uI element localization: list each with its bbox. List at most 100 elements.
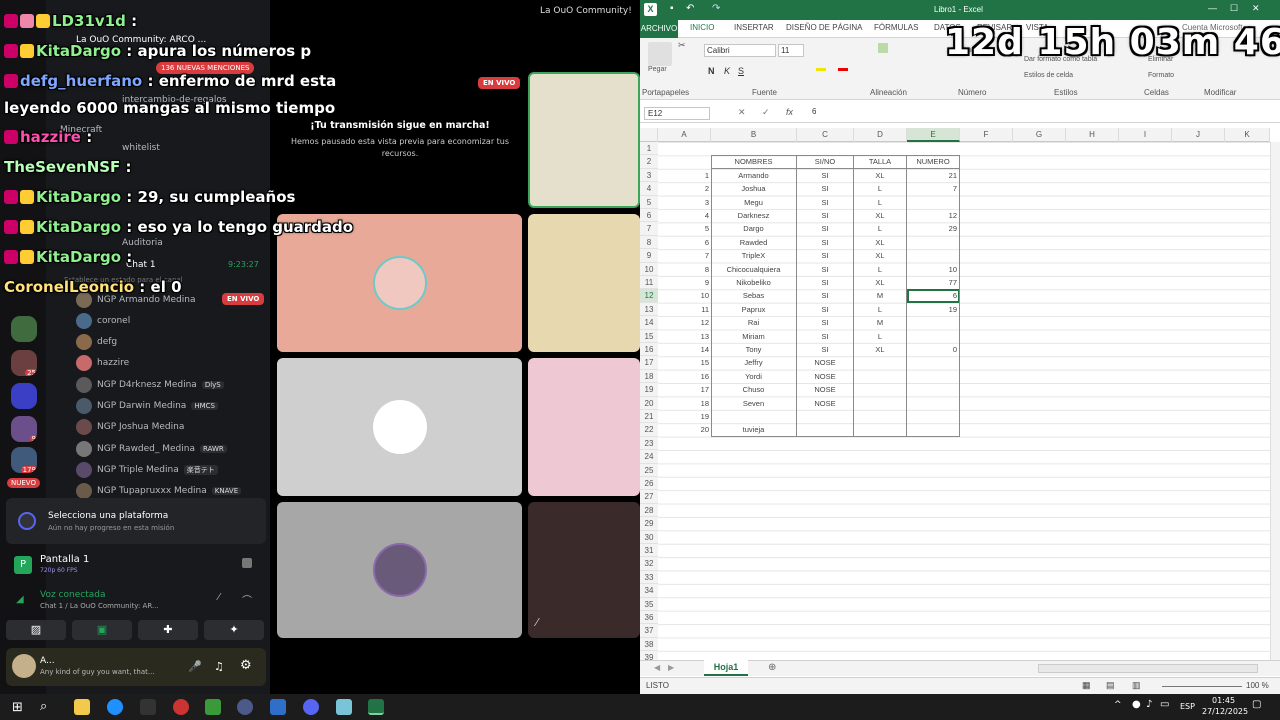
row-header[interactable]: 17	[640, 356, 658, 370]
table-cell[interactable]: 13	[658, 330, 711, 343]
app-icon[interactable]	[173, 699, 189, 715]
row-header[interactable]: 23	[640, 436, 658, 451]
row-header[interactable]: 24	[640, 450, 658, 464]
row-header[interactable]: 26	[640, 477, 658, 491]
excel-taskbar-icon[interactable]	[368, 699, 384, 715]
server-icon[interactable]	[11, 316, 37, 342]
user-card[interactable]: A... Any kind of guy you want, that... 🎤…	[6, 648, 266, 686]
server-icon[interactable]: 25	[11, 350, 37, 376]
function-icon[interactable]: fx	[786, 107, 793, 117]
table-cell[interactable]: 15	[658, 356, 711, 369]
table-cell[interactable]: 16	[658, 370, 711, 383]
settings-gear-icon[interactable]: ⚙	[240, 658, 252, 673]
tab-diseno[interactable]: DISEÑO DE PÁGINA	[786, 23, 862, 32]
row-header[interactable]: 8	[640, 235, 658, 250]
member-item[interactable]: NGP Tupapruxxx Medina KNAVE	[76, 483, 242, 499]
disconnect-icon[interactable]: ⌒	[242, 592, 252, 607]
tab-inicio[interactable]: INICIO	[690, 23, 714, 32]
row-header[interactable]: 34	[640, 584, 658, 598]
table-cell[interactable]: 20	[658, 423, 711, 436]
table-cell[interactable]: 6	[658, 236, 711, 249]
row-header[interactable]: 7	[640, 222, 658, 236]
column-header[interactable]: K	[1225, 128, 1270, 142]
screen-share[interactable]: P Pantalla 1 720p 60 FPS	[6, 550, 266, 580]
network-icon[interactable]: ▭	[1160, 699, 1169, 710]
row-header[interactable]: 37	[640, 624, 658, 638]
row-header[interactable]: 10	[640, 262, 658, 276]
video-tile[interactable]	[528, 502, 640, 638]
page-break-icon[interactable]: ▥	[1132, 680, 1141, 691]
table-cell[interactable]: 12	[658, 316, 711, 329]
server-icon[interactable]: 179	[11, 447, 37, 473]
column-header[interactable]: J	[1172, 128, 1225, 142]
row-header[interactable]: 31	[640, 544, 658, 558]
soundboard-icon[interactable]: ✦	[204, 620, 264, 640]
mic-tray-icon[interactable]: ●	[1132, 699, 1141, 710]
clock-time[interactable]: 01:45	[1212, 696, 1235, 705]
align-middle-icon[interactable]	[878, 43, 888, 53]
row-header[interactable]: 3	[640, 168, 658, 183]
server-icon[interactable]	[11, 383, 37, 409]
column-header[interactable]: G	[1013, 128, 1066, 142]
row-header[interactable]: 25	[640, 463, 658, 477]
video-tile[interactable]	[277, 358, 522, 496]
stop-share-icon[interactable]	[242, 558, 252, 568]
tab-insertar[interactable]: INSERTAR	[734, 23, 774, 32]
formula-input[interactable]: 6	[812, 107, 816, 116]
row-header[interactable]: 2	[640, 155, 658, 169]
table-cell[interactable]: 14	[658, 343, 711, 356]
video-tile[interactable]	[528, 358, 640, 496]
row-header[interactable]: 1	[640, 142, 658, 156]
row-header[interactable]: 36	[640, 611, 658, 625]
row-header[interactable]: 12	[640, 289, 658, 303]
column-header[interactable]: E	[907, 128, 960, 142]
name-box[interactable]: E12	[644, 107, 710, 120]
table-cell[interactable]: 19	[658, 410, 711, 423]
table-cell[interactable]: 2	[658, 182, 711, 195]
row-header[interactable]: 15	[640, 329, 658, 343]
video-tile[interactable]	[528, 214, 640, 352]
row-header[interactable]: 28	[640, 503, 658, 518]
noise-icon[interactable]: ⁄	[218, 592, 220, 603]
row-header[interactable]: 30	[640, 530, 658, 544]
zoom-slider[interactable]	[1162, 686, 1242, 687]
search-icon[interactable]: ⌕	[40, 699, 47, 714]
mic-icon[interactable]: 🎤	[188, 660, 202, 673]
table-cell[interactable]: 17	[658, 383, 711, 396]
member-item[interactable]: NGP Rawded_ Medina RAWR	[76, 441, 227, 457]
underline-icon[interactable]: S	[738, 66, 744, 76]
row-header[interactable]: 11	[640, 276, 658, 290]
row-header[interactable]: 14	[640, 316, 658, 330]
column-header[interactable]: H	[1066, 128, 1119, 142]
column-header[interactable]: A	[658, 128, 711, 142]
bold-icon[interactable]: N	[708, 66, 715, 76]
column-header[interactable]: C	[797, 128, 854, 142]
column-header[interactable]: B	[711, 128, 797, 142]
italic-icon[interactable]: K	[724, 66, 730, 76]
video-tile[interactable]	[528, 72, 640, 208]
zoom-level[interactable]: 100 %	[1246, 681, 1269, 690]
file-explorer-icon[interactable]	[74, 699, 90, 715]
tab-archivo[interactable]: ARCHIVO	[640, 20, 678, 38]
row-header[interactable]: 21	[640, 410, 658, 424]
cancel-icon[interactable]: ✕	[738, 107, 746, 118]
row-header[interactable]: 27	[640, 490, 658, 504]
edge-icon[interactable]	[107, 699, 123, 715]
windows-start-icon[interactable]: ⊞	[12, 700, 23, 715]
cell-styles-button[interactable]: Estilos de celda	[1024, 72, 1073, 79]
cut-icon[interactable]: ✂	[678, 40, 686, 51]
tab-formulas[interactable]: FÓRMULAS	[874, 23, 918, 32]
app-icon[interactable]	[140, 699, 156, 715]
member-item[interactable]: hazzire	[76, 355, 129, 371]
prev-sheet-icon[interactable]: ◀	[654, 663, 660, 672]
table-cell[interactable]: 8	[658, 263, 711, 276]
table-cell[interactable]: 10	[658, 289, 711, 302]
undo-icon[interactable]: ↶	[686, 3, 694, 14]
headphones-icon[interactable]: ♫	[214, 660, 224, 673]
notifications-icon[interactable]: ▢	[1252, 699, 1261, 710]
row-header[interactable]: 9	[640, 249, 658, 263]
app-icon[interactable]	[205, 699, 221, 715]
row-header[interactable]: 4	[640, 182, 658, 196]
table-cell[interactable]: 3	[658, 196, 711, 209]
row-header[interactable]: 19	[640, 383, 658, 397]
